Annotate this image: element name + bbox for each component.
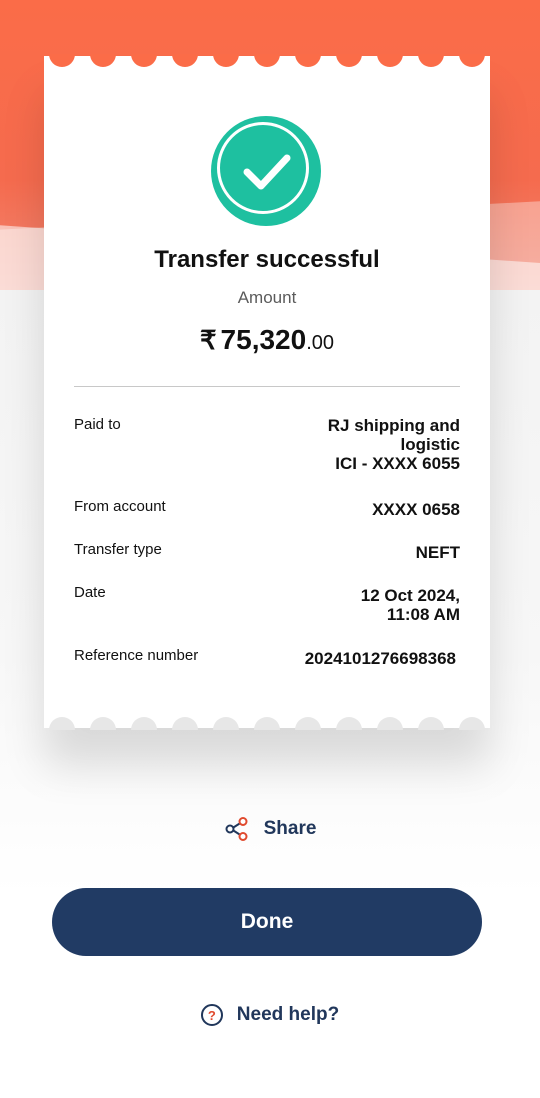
receipt-top-edge <box>49 54 485 67</box>
receipt-card: Transfer successful Amount ₹75,320.00 Pa… <box>44 54 490 730</box>
detail-value: NEFT <box>416 543 460 562</box>
detail-value: XXXX 0658 <box>372 500 460 519</box>
share-label: Share <box>263 818 317 839</box>
detail-value-line: ICI - XXXX 6055 <box>335 454 460 473</box>
detail-label: From account <box>74 498 166 515</box>
amount-label: Amount <box>237 288 297 307</box>
share-icon <box>225 817 248 841</box>
detail-value: 2024101276698368 <box>305 649 456 668</box>
amount-value: ₹75,320.00 <box>44 324 490 356</box>
detail-label: Paid to <box>74 416 121 433</box>
success-check-icon <box>211 116 321 226</box>
detail-label: Date <box>74 584 106 601</box>
detail-value-line: 12 Oct 2024, <box>360 586 460 605</box>
detail-value-line: NEFT <box>415 543 460 562</box>
detail-value-line: 11:08 AM <box>386 605 460 624</box>
receipt-bottom-edge <box>49 717 485 730</box>
detail-value-line: XXXX 0658 <box>372 500 460 519</box>
question-circle-icon: ? <box>200 1004 223 1026</box>
amount-decimal: .00 <box>306 332 334 354</box>
detail-label: Transfer type <box>74 541 162 558</box>
detail-label: Reference number <box>74 647 199 664</box>
detail-value-line: logistic <box>400 435 460 454</box>
need-help-link[interactable]: ? Need help? <box>0 1000 540 1030</box>
need-help-label: Need help? <box>236 1004 340 1025</box>
amount-main: 75,320 <box>220 324 307 355</box>
detail-value: 12 Oct 2024, 11:08 AM <box>361 586 460 624</box>
detail-value-line: 2024101276698368 <box>304 649 456 668</box>
detail-value: RJ shipping and logistic ICI - XXXX 6055 <box>328 416 460 473</box>
share-button[interactable]: Share <box>0 814 540 844</box>
divider <box>74 386 460 387</box>
receipt-title: Transfer successful <box>154 246 380 273</box>
currency-symbol: ₹ <box>200 325 217 355</box>
done-button[interactable]: Done <box>52 888 482 956</box>
detail-value-line: RJ shipping and <box>327 416 460 435</box>
